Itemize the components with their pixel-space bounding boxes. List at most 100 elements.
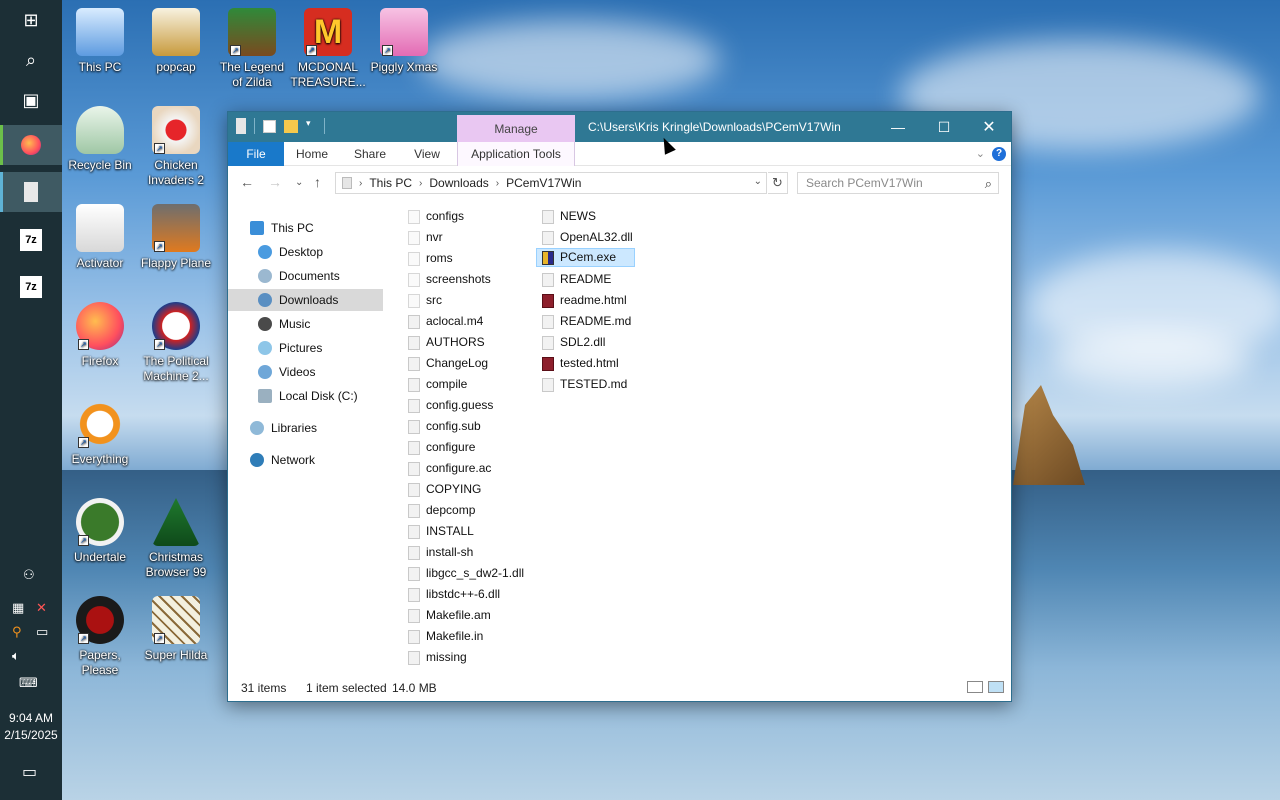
details-view-icon[interactable] (967, 681, 983, 693)
desktop-icon-this-pc[interactable]: This PC (62, 8, 138, 75)
desktop-icon-activator[interactable]: Activator (62, 204, 138, 271)
desktop-icon-flappy-plane[interactable]: ↗ Flappy Plane (138, 204, 214, 271)
nav-item-music[interactable]: Music (258, 313, 310, 335)
desktop-icon-legend-of-zilda[interactable]: ↗ The Legend of Zilda (214, 8, 290, 90)
maximize-button[interactable]: ☐ (921, 112, 967, 142)
tab-share[interactable]: Share (344, 142, 396, 166)
tab-manage[interactable]: Manage (457, 115, 575, 143)
list-item[interactable]: ChangeLog (408, 354, 488, 373)
people-icon[interactable]: ⚇ (23, 567, 35, 583)
7zip-taskbar-button[interactable]: 7z (0, 220, 62, 260)
chevron-down-icon[interactable]: ⌄ (754, 176, 762, 187)
list-item[interactable]: missing (408, 648, 467, 667)
desktop-icon-undertale[interactable]: ↗ Undertale (62, 498, 138, 565)
desktop-icon-recycle-bin[interactable]: Recycle Bin (62, 106, 138, 173)
clock-date[interactable]: 2/15/2025 (0, 728, 62, 742)
list-item[interactable]: screenshots (408, 270, 491, 289)
desktop-icon-christmas-browser[interactable]: Christmas Browser 99 (138, 498, 214, 580)
search-input[interactable]: Search PCemV17Win ⌕ (797, 172, 999, 194)
list-item[interactable]: compile (408, 375, 467, 394)
minimize-button[interactable]: — (875, 112, 921, 142)
clock-time[interactable]: 9:04 AM (0, 711, 62, 725)
tab-file[interactable]: File (228, 142, 284, 166)
explorer-icon[interactable] (236, 118, 246, 134)
list-item[interactable]: configs (408, 207, 464, 226)
list-item[interactable]: SDL2.dll (542, 333, 605, 352)
list-item[interactable]: install-sh (408, 543, 473, 562)
forward-button[interactable]: → (268, 174, 282, 190)
recent-locations-button[interactable]: ⌄ (295, 177, 303, 188)
desktop-icon-super-hilda[interactable]: ↗ Super Hilda (138, 596, 214, 663)
list-item[interactable]: README (542, 270, 611, 289)
address-bar[interactable]: › This PC › Downloads › PCemV17Win ⌄ (335, 172, 767, 194)
list-item[interactable]: depcomp (408, 501, 475, 520)
list-item[interactable]: tested.html (542, 354, 619, 373)
list-item[interactable]: AUTHORS (408, 333, 485, 352)
list-item[interactable]: libgcc_s_dw2-1.dll (408, 564, 524, 583)
nav-item-local-disk[interactable]: Local Disk (C:) (258, 385, 358, 407)
list-item[interactable]: config.guess (408, 396, 493, 415)
title-bar[interactable]: ▾ Manage C:\Users\Kris Kringle\Downloads… (228, 112, 1012, 143)
tab-view[interactable]: View (402, 142, 452, 166)
nav-item-downloads[interactable]: Downloads (228, 289, 383, 311)
desktop-icon-mcdonal-treasure[interactable]: M ↗ MCDONAL TREASURE... (290, 8, 366, 90)
customize-qat-icon[interactable]: ▾ (306, 118, 316, 134)
chevron-down-icon[interactable]: ⌄ (976, 147, 985, 160)
list-item[interactable]: INSTALL (408, 522, 474, 541)
list-item[interactable]: README.md (542, 312, 631, 331)
nav-item-videos[interactable]: Videos (258, 361, 315, 383)
breadcrumb-pcemv17win[interactable]: PCemV17Win (506, 176, 581, 190)
breadcrumb-this-pc[interactable]: This PC (369, 176, 412, 190)
monitor-icon[interactable]: ▭ (36, 624, 48, 640)
file-explorer-taskbar-button[interactable] (0, 172, 62, 212)
list-item[interactable]: roms (408, 249, 453, 268)
nav-item-network[interactable]: Network (250, 449, 315, 471)
search-everything-icon[interactable]: ⚲ (12, 624, 22, 640)
new-folder-icon[interactable] (284, 119, 298, 133)
list-item[interactable]: Makefile.in (408, 627, 483, 646)
back-button[interactable]: ← (240, 174, 254, 190)
desktop-icon-political-machine[interactable]: ↗ The Political Machine 2... (138, 302, 214, 384)
properties-icon[interactable] (263, 119, 276, 133)
desktop-icon-papers-please[interactable]: ↗ Papers, Please (62, 596, 138, 678)
list-item[interactable]: libstdc++-6.dll (408, 585, 500, 604)
list-item[interactable]: aclocal.m4 (408, 312, 483, 331)
desktop-icon-piggly-xmas[interactable]: ↗ Piggly Xmas (366, 8, 442, 75)
notification-icon[interactable]: ▭ (22, 762, 37, 782)
desktop-icon-chicken-invaders[interactable]: ↗ Chicken Invaders 2 (138, 106, 214, 188)
list-item[interactable]: OpenAL32.dll (542, 228, 633, 247)
desktop-icon-everything[interactable]: ↗ Everything (62, 400, 138, 467)
tab-home[interactable]: Home (286, 142, 338, 166)
list-item[interactable]: COPYING (408, 480, 481, 499)
task-view-icon[interactable]: ▣ (0, 80, 62, 120)
list-item[interactable]: NEWS (542, 207, 596, 226)
close-button[interactable]: ✕ (966, 112, 1012, 142)
nav-item-desktop[interactable]: Desktop (258, 241, 323, 263)
tab-application-tools[interactable]: Application Tools (457, 142, 575, 166)
network-error-icon[interactable]: ✕ (36, 600, 47, 616)
7zip-taskbar-button[interactable]: 7z (0, 267, 62, 307)
nav-item-this-pc[interactable]: This PC (250, 217, 314, 239)
breadcrumb-downloads[interactable]: Downloads (429, 176, 488, 190)
volume-muted-icon[interactable]: 🔈︎ (12, 648, 20, 664)
list-item[interactable]: TESTED.md (542, 375, 627, 394)
desktop-icon-firefox[interactable]: ↗ Firefox (62, 302, 138, 369)
security-icon[interactable]: ▦ (12, 600, 24, 616)
nav-item-libraries[interactable]: Libraries (250, 417, 317, 439)
large-icons-view-icon[interactable] (988, 681, 1004, 693)
search-icon[interactable]: ⌕ (0, 40, 62, 80)
list-item[interactable]: configure (408, 438, 475, 457)
nav-item-pictures[interactable]: Pictures (258, 337, 322, 359)
list-item[interactable]: config.sub (408, 417, 481, 436)
firefox-taskbar-button[interactable] (0, 125, 62, 165)
keyboard-icon[interactable]: ⌨ (19, 675, 38, 691)
windows-start-icon[interactable]: ⊞ (0, 0, 62, 40)
nav-item-documents[interactable]: Documents (258, 265, 340, 287)
list-item[interactable]: Makefile.am (408, 606, 491, 625)
refresh-button[interactable]: ↻ (768, 172, 788, 194)
up-button[interactable]: ↑ (314, 174, 321, 190)
desktop-icon-popcap[interactable]: popcap (138, 8, 214, 75)
list-item-selected[interactable]: PCem.exe (536, 248, 635, 267)
help-icon[interactable]: ? (992, 147, 1006, 161)
list-item[interactable]: src (408, 291, 442, 310)
